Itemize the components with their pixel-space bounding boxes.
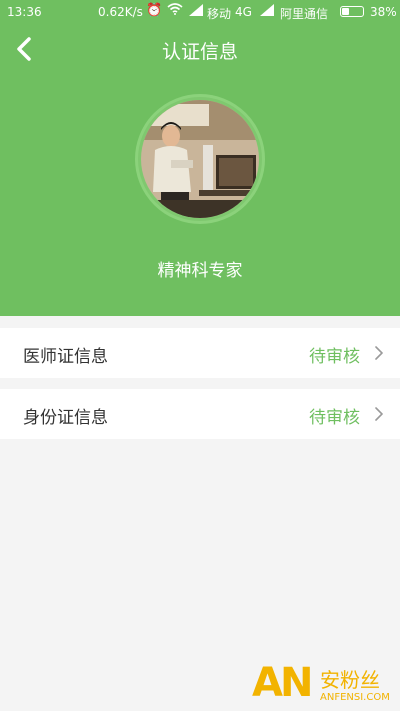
profile-name: 精神科专家: [157, 261, 243, 281]
status-carrier-1: 移动: [207, 7, 232, 21]
chevron-right-icon: [375, 407, 383, 421]
list-item-label: 医师证信息: [23, 347, 108, 367]
status-network-speed: 0.62K/s: [98, 5, 143, 19]
signal-icon: [189, 4, 203, 19]
avatar: [141, 100, 259, 218]
list-item-label: 身份证信息: [23, 408, 108, 428]
watermark-text: 安粉丝: [320, 668, 380, 692]
status-time: 13:36: [7, 5, 42, 19]
profile-header: 13:36 0.62K/s ⏰ 移动 4G 阿里通信 38% 认证信息 精神科专…: [0, 0, 400, 316]
status-battery-percent: 38%: [370, 5, 397, 19]
status-bar: 13:36 0.62K/s ⏰ 移动 4G 阿里通信 38%: [0, 0, 400, 24]
page-title: 认证信息: [161, 41, 238, 63]
watermark-logo: AN 安粉丝 ANFENSI.COM: [250, 658, 400, 711]
watermark-site: ANFENSI.COM: [320, 692, 390, 703]
chevron-right-icon: [375, 346, 383, 360]
list-item-id-card[interactable]: 身份证信息 待审核: [0, 389, 400, 439]
status-badge: 待审核: [309, 347, 360, 367]
status-badge: 待审核: [309, 408, 360, 428]
list-item-physician-certificate[interactable]: 医师证信息 待审核: [0, 328, 400, 378]
avatar-frame[interactable]: [135, 94, 265, 224]
alarm-icon: ⏰: [146, 3, 163, 18]
signal-icon-2: [260, 4, 274, 19]
battery-fill: [342, 8, 349, 15]
status-carrier-2: 阿里通信: [280, 7, 329, 21]
status-network-type: 4G: [235, 5, 252, 19]
watermark-logo-letters: AN: [252, 660, 313, 706]
battery-icon: [340, 6, 364, 17]
wifi-icon: [167, 3, 183, 18]
